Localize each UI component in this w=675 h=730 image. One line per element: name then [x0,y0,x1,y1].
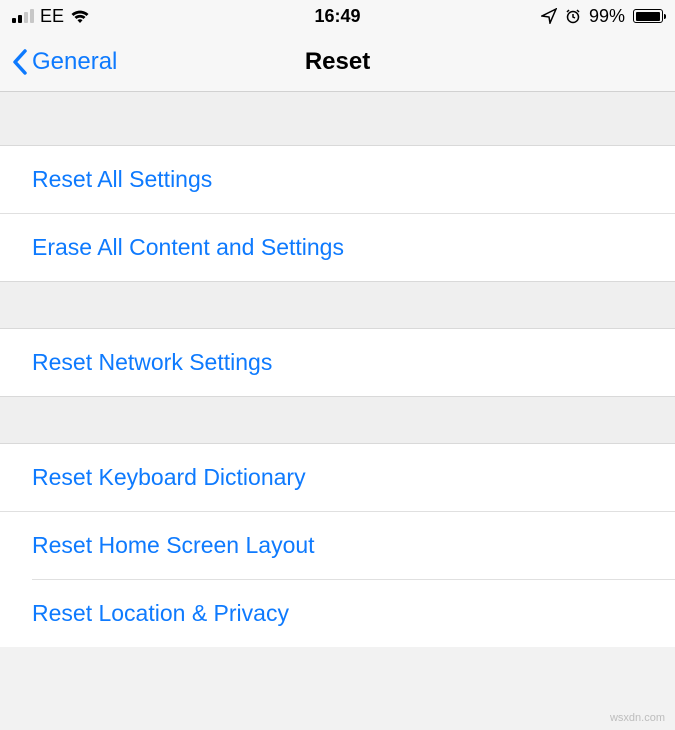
reset-location-privacy[interactable]: Reset Location & Privacy [32,580,675,647]
watermark: wsxdn.com [610,712,665,724]
chevron-left-icon [12,49,28,75]
reset-all-settings[interactable]: Reset All Settings [0,146,675,214]
erase-all-content[interactable]: Erase All Content and Settings [32,214,675,281]
reset-network-settings[interactable]: Reset Network Settings [0,329,675,396]
nav-bar: General Reset [0,32,675,92]
signal-icon [12,9,34,23]
reset-section-3: Reset Keyboard Dictionary Reset Home Scr… [0,444,675,647]
reset-keyboard-dictionary[interactable]: Reset Keyboard Dictionary [0,444,675,512]
reset-section-2: Reset Network Settings [0,329,675,396]
battery-percent: 99% [589,6,625,27]
page-title: Reset [305,48,370,76]
status-right: 99% [541,6,663,27]
wifi-icon [70,9,90,24]
section-spacer [0,396,675,444]
section-spacer [0,281,675,329]
status-time: 16:49 [314,6,360,27]
back-button[interactable]: General [12,48,117,76]
reset-home-screen-layout[interactable]: Reset Home Screen Layout [32,512,675,580]
battery-icon [633,9,663,23]
status-bar: EE 16:49 99% [0,0,675,32]
carrier-label: EE [40,6,64,27]
alarm-icon [565,8,581,24]
location-icon [541,8,557,24]
section-spacer [0,92,675,146]
status-left: EE [12,6,90,27]
back-label: General [32,48,117,76]
reset-section-1: Reset All Settings Erase All Content and… [0,146,675,281]
